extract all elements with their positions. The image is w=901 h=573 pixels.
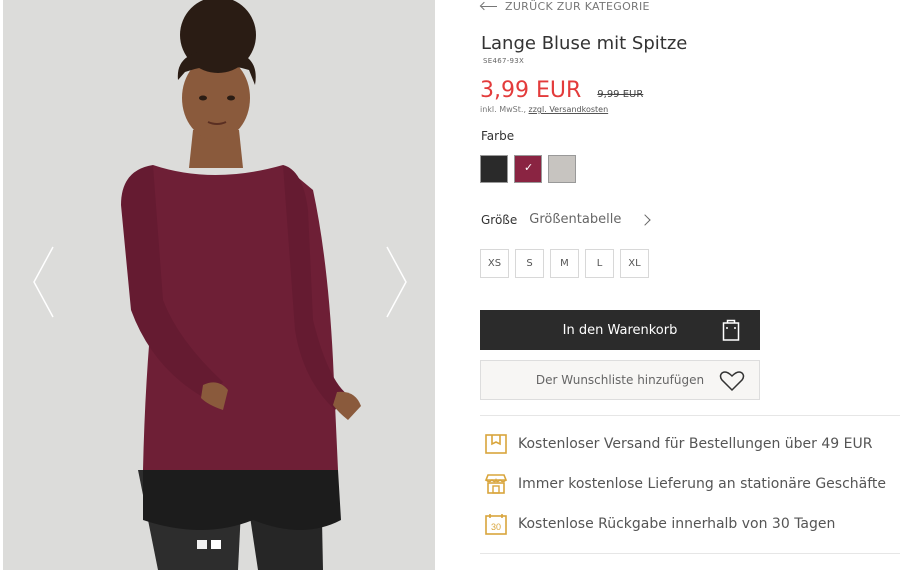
price-row: 3,99 EUR 9,99 EUR — [480, 78, 643, 103]
add-to-wishlist-button[interactable]: Der Wunschliste hinzufügen — [480, 360, 760, 400]
arrow-left-icon — [481, 6, 497, 7]
size-option-s[interactable]: S — [515, 249, 544, 278]
gallery-dot[interactable] — [197, 540, 207, 549]
add-to-cart-label: In den Warenkorb — [562, 322, 678, 338]
chevron-right-icon[interactable] — [639, 213, 651, 226]
size-options: XS S M L XL — [480, 249, 649, 278]
back-label: ZURÜCK ZUR KATEGORIE — [505, 0, 650, 13]
chevron-right-icon — [386, 246, 407, 318]
shopping-bag-icon — [722, 319, 740, 341]
calendar-number: 30 — [491, 522, 501, 532]
color-swatches — [480, 155, 576, 183]
package-icon — [485, 434, 507, 454]
gallery-dots — [197, 540, 221, 549]
back-to-category-link[interactable]: ZURÜCK ZUR KATEGORIE — [481, 0, 650, 13]
benefit-free-returns: 30 Kostenlose Rückgabe innerhalb von 30 … — [484, 512, 835, 536]
color-label: Farbe — [481, 129, 515, 143]
size-label: Größe — [481, 212, 518, 227]
size-option-m[interactable]: M — [550, 249, 579, 278]
benefit-store-delivery: Immer kostenlose Lieferung an stationäre… — [484, 472, 886, 496]
calendar-30-icon: 30 — [485, 514, 507, 535]
heart-icon — [719, 371, 745, 392]
tax-text: inkl. MwSt., — [480, 105, 526, 114]
size-row: Größe Größentabelle — [481, 212, 651, 227]
size-option-xs[interactable]: XS — [480, 249, 509, 278]
old-price: 9,99 EUR — [597, 89, 644, 100]
benefit-text: Immer kostenlose Lieferung an stationäre… — [518, 476, 887, 492]
current-price: 3,99 EUR — [480, 78, 582, 103]
add-to-wishlist-label: Der Wunschliste hinzufügen — [535, 373, 705, 387]
divider — [480, 553, 900, 554]
product-title: Lange Bluse mit Spitze — [481, 33, 688, 54]
color-swatch-black[interactable] — [480, 155, 508, 183]
benefit-text: Kostenloser Versand für Bestellungen übe… — [518, 436, 873, 452]
shipping-costs-link[interactable]: zzgl. Versandkosten — [529, 105, 609, 114]
gallery-next-button[interactable] — [381, 245, 411, 320]
gallery-prev-button[interactable] — [31, 245, 61, 320]
model-illustration — [121, 0, 361, 570]
size-option-xl[interactable]: XL — [620, 249, 649, 278]
product-sku: SE467-93X — [483, 57, 525, 65]
chevron-left-icon — [33, 246, 54, 318]
store-icon — [484, 474, 508, 494]
benefit-text: Kostenlose Rückgabe innerhalb von 30 Tag… — [518, 516, 836, 532]
add-to-cart-button[interactable]: In den Warenkorb — [480, 310, 760, 350]
tax-note: inkl. MwSt., zzgl. Versandkosten — [480, 105, 608, 114]
product-image — [3, 0, 435, 570]
color-swatch-grey[interactable] — [548, 155, 576, 183]
size-chart-link[interactable]: Größentabelle — [529, 212, 621, 227]
size-option-l[interactable]: L — [585, 249, 614, 278]
divider — [480, 415, 900, 416]
benefit-free-shipping: Kostenloser Versand für Bestellungen übe… — [484, 432, 872, 456]
gallery-dot-active[interactable] — [211, 540, 221, 549]
color-swatch-burgundy[interactable] — [514, 155, 542, 183]
